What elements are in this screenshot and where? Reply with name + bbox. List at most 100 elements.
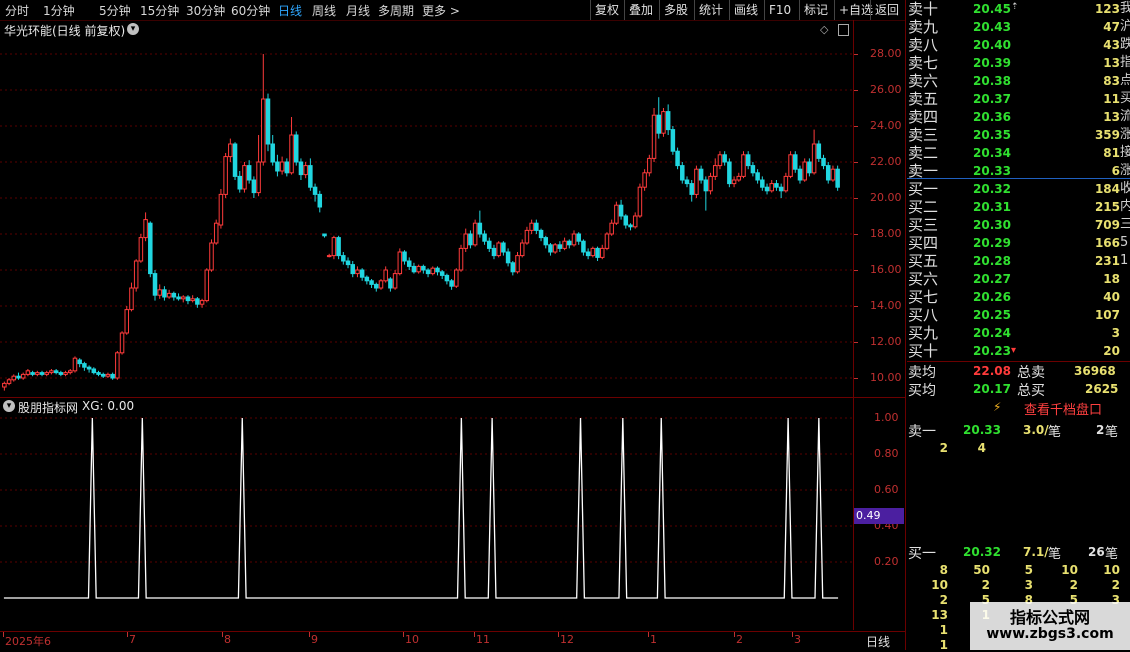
candle-body [237, 175, 243, 190]
candle-body [491, 247, 497, 257]
bid-volume: 231 [1094, 254, 1120, 268]
candle [369, 279, 374, 288]
bid-level-label: 买八 [908, 306, 939, 324]
queue-bid-order: 10 [931, 578, 948, 592]
ask-volume: 47 [1103, 20, 1120, 34]
candle-body [246, 165, 252, 181]
candle-body [571, 233, 577, 246]
ask-avg-value: 22.08 [973, 364, 1011, 378]
candle [727, 158, 732, 188]
ask-row[interactable]: 卖十 20.45 123 ⇡ [907, 0, 1130, 18]
bid-volume: 166 [1094, 236, 1120, 250]
overlay-button[interactable]: 叠加 [624, 0, 657, 20]
bid-row[interactable]: 买五 20.28 231 [907, 252, 1130, 270]
period-tab-5min[interactable]: 5分钟 [99, 2, 131, 19]
candle-body [105, 373, 111, 377]
candle-body [449, 280, 454, 287]
candle-body [190, 298, 195, 302]
ask-row[interactable]: 卖二 20.34 81 [907, 144, 1130, 162]
bid-row[interactable]: 买八 20.25 107 [907, 306, 1130, 324]
bid-row[interactable]: 买一 20.32 184 [907, 180, 1130, 198]
candle-body [665, 111, 671, 131]
f10-button[interactable]: F10 [764, 0, 795, 20]
candle-body [204, 269, 210, 302]
ask-row[interactable]: 卖八 20.40 43 [907, 36, 1130, 54]
ask-price: 20.40 [973, 38, 1011, 52]
candle [336, 235, 341, 260]
bid-row[interactable]: 买九 20.24 3 [907, 324, 1130, 342]
queue-bid-order: 2 [981, 578, 990, 592]
mark-button[interactable]: 标记 [799, 0, 832, 20]
candle [463, 228, 468, 252]
period-tab-weekly[interactable]: 周线 [312, 2, 336, 19]
candle-body [303, 165, 308, 176]
draw-line-button[interactable]: 画线 [729, 0, 762, 20]
candle [477, 210, 483, 238]
ask-row[interactable]: 卖七 20.39 13 [907, 54, 1130, 72]
candle-body [355, 269, 360, 275]
candle [275, 154, 280, 177]
candlestick-chart[interactable] [0, 36, 853, 396]
date-tick-mark [558, 632, 559, 637]
period-tab-15min[interactable]: 15分钟 [140, 2, 179, 19]
thousand-level-button[interactable]: ⚡ 查看千档盘口 [988, 399, 1113, 418]
candle [20, 372, 26, 380]
bid-row[interactable]: 买六 20.27 18 [907, 270, 1130, 288]
up-arrow-icon: ⇡ [1011, 2, 1019, 12]
period-tab-more[interactable]: 更多 > [422, 2, 460, 19]
candle-body [647, 157, 652, 174]
indicator-tick-label: 0.20 [874, 555, 899, 568]
candle [449, 279, 454, 290]
period-tab-60min[interactable]: 60分钟 [231, 2, 270, 19]
period-tab-1min[interactable]: 1分钟 [43, 2, 75, 19]
period-tab-multi[interactable]: 多周期 [378, 2, 414, 19]
candle-body [642, 172, 647, 188]
period-tab-fenshi[interactable]: 分时 [5, 2, 29, 19]
ask-level-label: 卖六 [908, 72, 939, 90]
candle-body [614, 204, 619, 224]
ask-row[interactable]: 卖六 20.38 83 [907, 72, 1130, 90]
period-tab-monthly[interactable]: 月线 [346, 2, 370, 19]
ask-row[interactable]: 卖九 20.43 47 [907, 18, 1130, 36]
fuquan-button[interactable]: 复权 [590, 0, 623, 20]
price-tick-mark [854, 162, 858, 163]
ask-price: 20.36 [973, 110, 1011, 124]
candle [68, 369, 73, 375]
ask-row[interactable]: 卖五 20.37 11 [907, 90, 1130, 108]
date-tick-label: 12 [560, 633, 574, 646]
candle [355, 266, 360, 278]
candle [548, 243, 553, 256]
back-button[interactable]: 返回 [870, 0, 903, 20]
candle-body [39, 372, 45, 375]
period-tab-30min[interactable]: 30分钟 [186, 2, 225, 19]
ask-row[interactable]: 卖四 20.36 13 [907, 108, 1130, 126]
bid-row[interactable]: 买七 20.26 40 [907, 288, 1130, 306]
bid-row[interactable]: 买四 20.29 166 [907, 234, 1130, 252]
chevron-down-icon[interactable]: ▾ [127, 23, 139, 35]
bid-row[interactable]: 买三 20.30 709 [907, 216, 1130, 234]
indicator-chart[interactable] [0, 398, 853, 630]
candle-body [35, 372, 40, 375]
ask-level-label: 卖十 [908, 0, 939, 18]
statistics-button[interactable]: 统计 [694, 0, 727, 20]
candle-body [670, 129, 676, 152]
bid-row[interactable]: 买十 20.23 20 ▾ [907, 342, 1130, 360]
candle [722, 151, 727, 166]
candle-body [143, 219, 148, 239]
multi-stock-button[interactable]: 多股 [659, 0, 692, 20]
candle [632, 212, 638, 229]
period-tab-daily[interactable]: 日线 [278, 2, 302, 19]
candle [769, 180, 774, 193]
ask-price: 20.43 [973, 20, 1011, 34]
diamond-icon[interactable]: ◇ [820, 23, 828, 36]
candle [11, 374, 17, 382]
ask-row[interactable]: 卖三 20.35 359 [907, 126, 1130, 144]
candle [388, 277, 393, 292]
candle [421, 264, 426, 274]
window-icon[interactable] [837, 24, 849, 36]
bid-row[interactable]: 买二 20.31 215 [907, 198, 1130, 216]
queue-ask-order: 4 [977, 441, 986, 455]
candle-body [519, 242, 525, 257]
candle-body [96, 372, 101, 375]
candle-body [694, 168, 699, 195]
